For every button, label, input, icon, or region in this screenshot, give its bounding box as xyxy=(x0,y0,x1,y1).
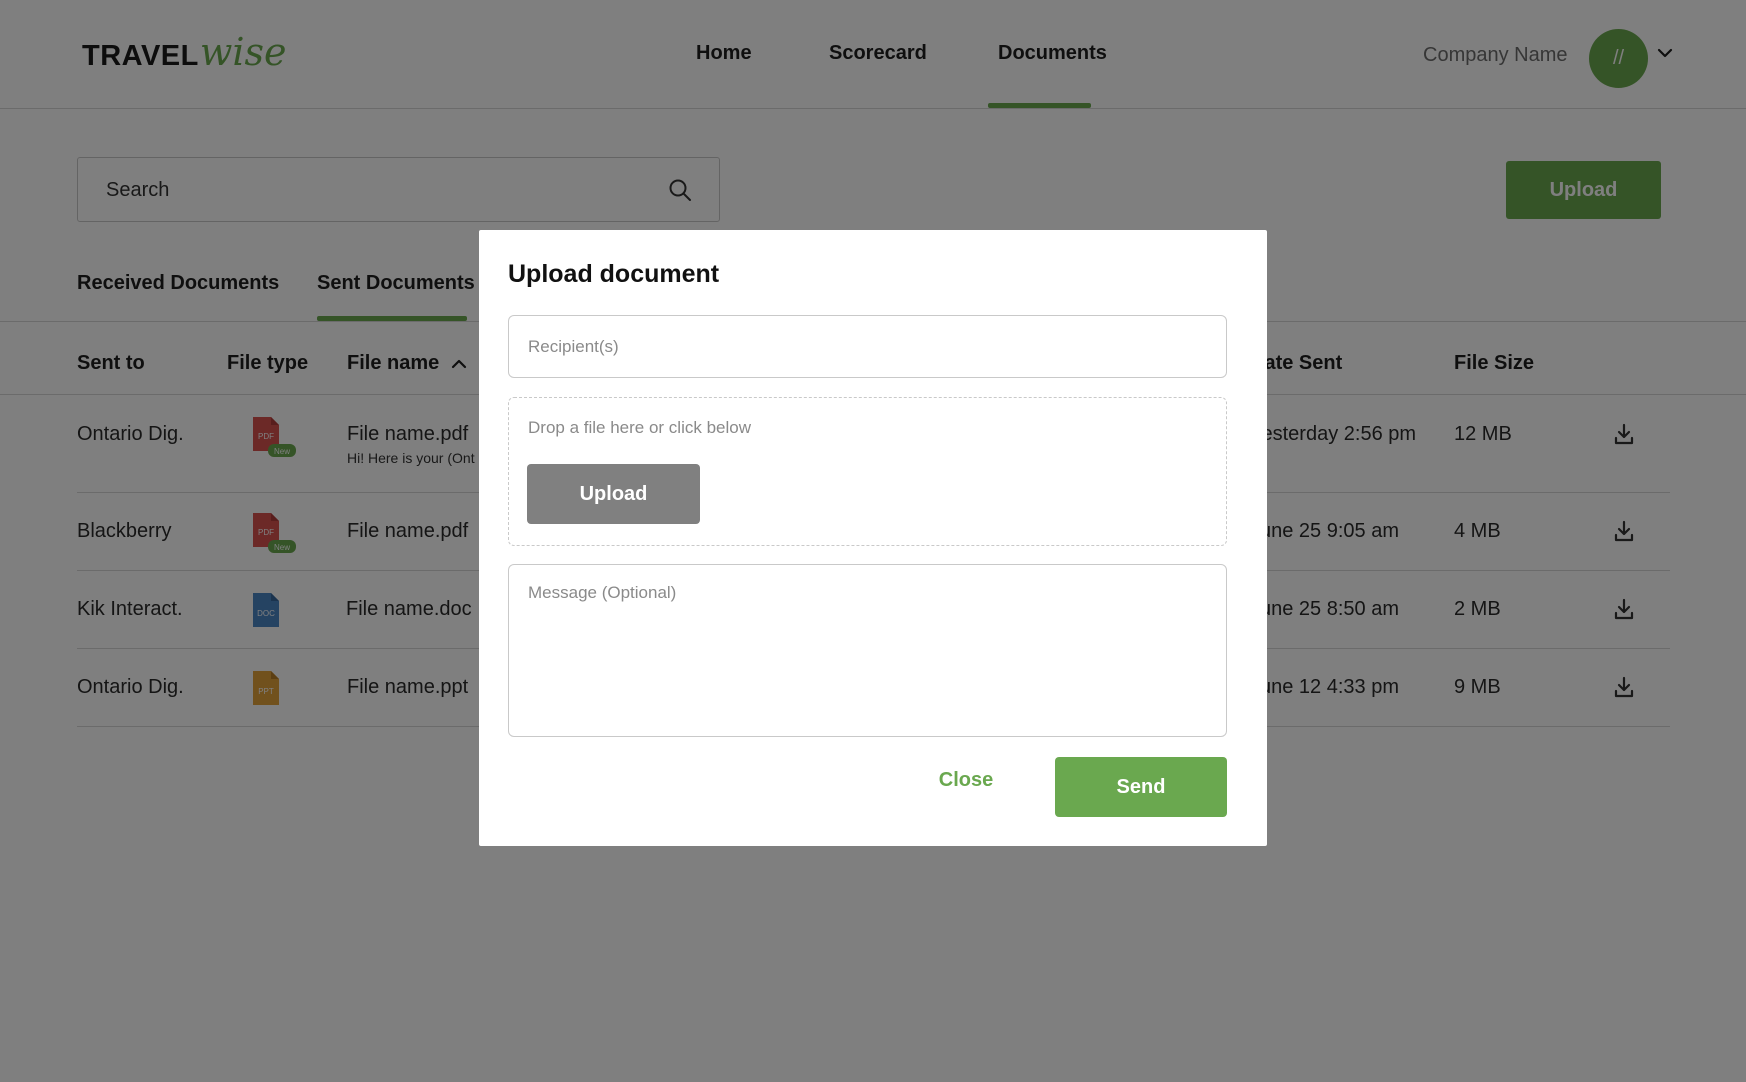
modal-upload-button[interactable]: Upload xyxy=(527,464,700,524)
send-button[interactable]: Send xyxy=(1055,757,1227,817)
dropzone-hint: Drop a file here or click below xyxy=(528,418,751,437)
upload-document-modal: Upload document Drop a file here or clic… xyxy=(479,230,1267,846)
close-button[interactable]: Close xyxy=(916,760,1016,800)
modal-title: Upload document xyxy=(508,260,720,288)
message-textarea[interactable] xyxy=(508,564,1227,737)
file-dropzone[interactable]: Drop a file here or click below Upload xyxy=(508,397,1227,546)
recipients-input[interactable] xyxy=(508,315,1227,378)
